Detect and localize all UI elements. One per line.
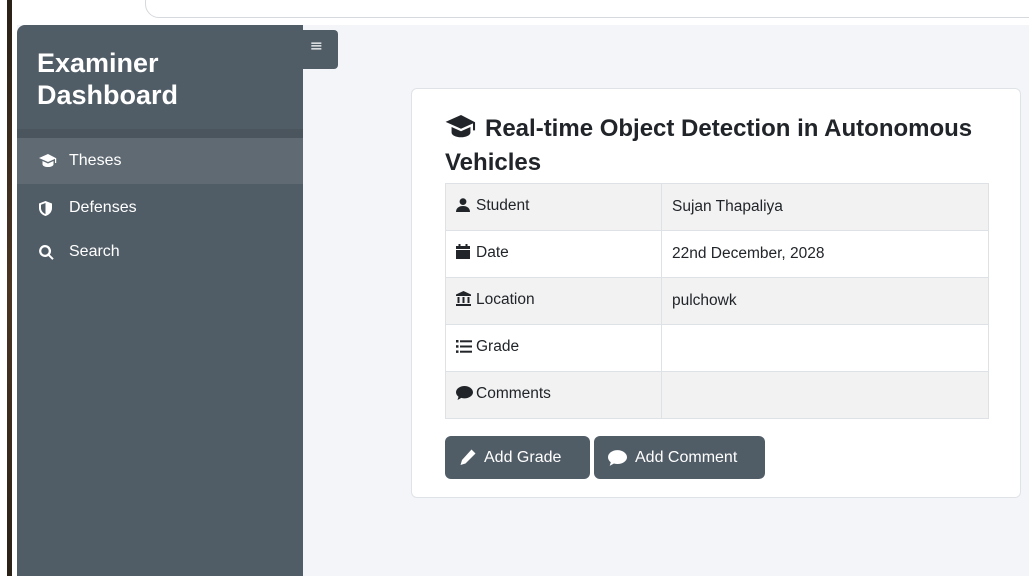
table-row: Comments (445, 371, 989, 419)
user-icon (456, 198, 474, 217)
table-row: Grade (445, 324, 989, 372)
field-label-student: Student (445, 183, 662, 231)
sidebar-title: Examiner Dashboard (37, 48, 179, 110)
add-grade-label: Add Grade (484, 448, 562, 466)
field-label-date: Date (445, 230, 662, 278)
thesis-title: Real-time Object Detection in Autonomous… (445, 113, 1005, 178)
sidebar-item-label: Defenses (69, 199, 137, 216)
pencil-icon (459, 449, 476, 466)
sidebar-divider (17, 129, 303, 138)
field-label-location: Location (445, 277, 662, 325)
sidebar-item-label: Theses (69, 152, 122, 169)
graduation-cap-icon (39, 154, 61, 168)
comment-icon (608, 449, 627, 466)
sidebar-item-theses[interactable]: Theses (17, 138, 303, 184)
field-label-grade: Grade (445, 324, 662, 372)
add-comment-button[interactable]: Add Comment (594, 436, 765, 479)
field-value-location: pulchowk (661, 277, 989, 325)
add-grade-button[interactable]: Add Grade (445, 436, 590, 479)
field-value-student: Sujan Thapaliya (661, 183, 989, 231)
thesis-card: Real-time Object Detection in Autonomous… (411, 88, 1021, 498)
search-icon (39, 244, 61, 260)
sidebar: Examiner Dashboard Theses Defenses Searc… (17, 25, 303, 576)
table-row: Student Sujan Thapaliya (445, 183, 989, 231)
graduation-cap-icon (445, 115, 477, 147)
list-icon (456, 340, 474, 358)
field-label-comments: Comments (445, 371, 662, 419)
hamburger-icon: ≡ (309, 36, 324, 55)
desktop-edge (0, 0, 17, 576)
field-value-comments (661, 371, 989, 419)
sidebar-item-label: Search (69, 243, 120, 260)
comment-icon (456, 386, 474, 405)
sidebar-toggle-button[interactable]: ≡ (295, 30, 338, 69)
browser-top-frame (17, 0, 1029, 25)
add-comment-label: Add Comment (635, 448, 738, 466)
field-value-grade (661, 324, 989, 372)
shield-icon (39, 200, 61, 216)
thesis-title-text: Real-time Object Detection in Autonomous… (445, 115, 973, 176)
building-columns-icon (456, 291, 474, 311)
table-row: Location pulchowk (445, 277, 989, 325)
calendar-icon (456, 244, 474, 264)
thesis-details-table: Student Sujan Thapaliya Date 22nd Decemb… (445, 183, 989, 419)
table-row: Date 22nd December, 2028 (445, 230, 989, 278)
field-value-date: 22nd December, 2028 (661, 230, 989, 278)
sidebar-item-search[interactable]: Search (17, 229, 303, 275)
sidebar-item-defenses[interactable]: Defenses (17, 185, 303, 231)
